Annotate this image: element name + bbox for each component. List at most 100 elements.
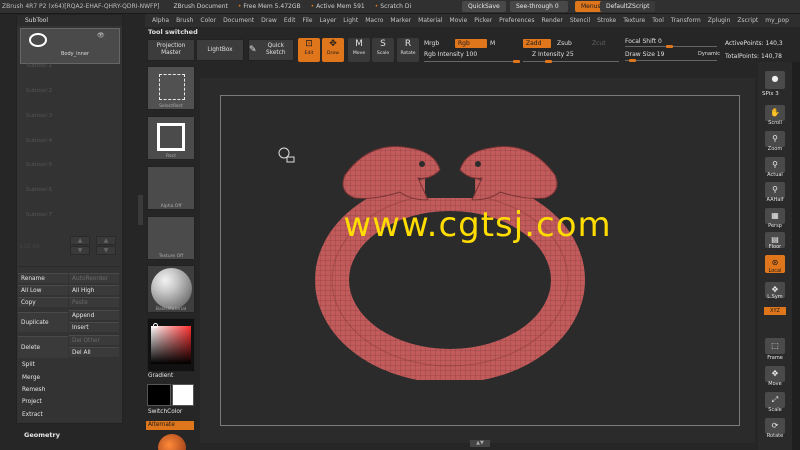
default-zscript-button[interactable]: DefaultZScript [600, 1, 656, 12]
menu-material[interactable]: Material [418, 17, 442, 24]
copy-button[interactable]: Copy [18, 297, 68, 307]
color-cursor[interactable] [153, 323, 158, 328]
rotate-view-button[interactable]: ⟳ [765, 418, 785, 434]
menu-color[interactable]: Color [200, 17, 216, 24]
draw-size-track[interactable] [625, 60, 717, 61]
focal-shift-handle[interactable] [666, 45, 673, 48]
rgb-toggle[interactable]: Rgb [455, 39, 487, 48]
menu-document[interactable]: Document [223, 17, 254, 24]
menu-alpha[interactable]: Alpha [152, 17, 169, 24]
quick-sketch-button[interactable]: ✎ Quick Sketch [248, 39, 294, 61]
see-through-slider[interactable]: See-through 0 [510, 1, 568, 12]
zcut-toggle[interactable]: Zcut [592, 40, 606, 47]
m-toggle[interactable]: M [490, 40, 495, 47]
arrow-up-icon[interactable]: ▲ [70, 236, 90, 245]
all-high-button[interactable]: All High [69, 285, 119, 295]
merge-menu[interactable]: Merge [22, 375, 40, 381]
menu-preferences[interactable]: Preferences [499, 17, 534, 24]
menu-texture[interactable]: Texture [623, 17, 645, 24]
all-low-button[interactable]: All Low [18, 285, 68, 295]
subtool-slot[interactable]: Subtool 1 [26, 63, 52, 69]
saturation-value-square[interactable] [151, 326, 191, 364]
dragon-ring-model[interactable] [300, 130, 600, 380]
scale-view-button[interactable]: ⤢ [765, 392, 785, 408]
focal-shift-label[interactable]: Focal Shift 0 [625, 38, 662, 45]
paste-button[interactable]: Paste [69, 297, 119, 307]
spix-button[interactable]: ● [765, 71, 785, 89]
material-tile[interactable] [147, 265, 195, 313]
del-all-button[interactable]: Del All [69, 347, 119, 357]
subtool-slot[interactable]: Subtool 5 [26, 162, 52, 168]
frame-button[interactable]: ⬚ [765, 338, 785, 354]
projection-master-button[interactable]: Projection Master [147, 39, 195, 61]
zoom-button[interactable]: ⚲ [765, 131, 785, 147]
project-menu[interactable]: Project [22, 399, 42, 405]
rgb-intensity-track[interactable] [424, 61, 520, 62]
active-subtool[interactable]: 👁 Body_inner [20, 28, 120, 64]
scale-button[interactable]: S Scale [372, 38, 394, 62]
menu-layer[interactable]: Layer [320, 17, 337, 24]
subtool-slot[interactable]: Subtool 6 [26, 187, 52, 193]
draw-size-handle[interactable] [629, 59, 636, 62]
menu-zplugin[interactable]: Zplugin [708, 17, 731, 24]
rotate-button[interactable]: R Rotate [397, 38, 419, 62]
menu-file[interactable]: File [302, 17, 312, 24]
main-color-swatch[interactable] [147, 384, 171, 406]
panel-splitter[interactable] [138, 195, 143, 225]
subtool-slot[interactable]: Subtool 3 [26, 113, 52, 119]
menu-draw[interactable]: Draw [261, 17, 277, 24]
menu-stencil[interactable]: Stencil [570, 17, 590, 24]
extract-menu[interactable]: Extract [22, 412, 43, 418]
visibility-eye-icon[interactable]: 👁 [97, 32, 105, 39]
rename-button[interactable]: Rename [18, 273, 68, 283]
menu-picker[interactable]: Picker [474, 17, 492, 24]
aahalf-button[interactable]: ⚲ [765, 182, 785, 198]
draw-size-label[interactable]: Draw Size 19 [625, 51, 664, 58]
arrow-down-icon[interactable]: ▼ [70, 246, 90, 255]
menu-transform[interactable]: Transform [671, 17, 701, 24]
menu-stroke[interactable]: Stroke [597, 17, 616, 24]
split-menu[interactable]: Split [22, 362, 35, 368]
persp-button[interactable]: ▦ [765, 208, 785, 224]
z-intensity-track[interactable] [523, 61, 619, 62]
secondary-color-swatch[interactable] [172, 384, 194, 406]
actual-button[interactable]: ⚲ [765, 157, 785, 173]
menu-zscript[interactable]: Zscript [737, 17, 758, 24]
rgb-intensity-handle[interactable] [513, 60, 520, 63]
arrow-down-icon[interactable]: ▼ [96, 246, 116, 255]
xyz-toggle[interactable]: XYZ [764, 307, 786, 315]
subtool-slot[interactable]: Subtool 4 [26, 138, 52, 144]
menu-edit[interactable]: Edit [284, 17, 296, 24]
delete-button[interactable]: Delete [18, 336, 68, 358]
alternate-button[interactable]: Alternate [146, 421, 194, 430]
mrgb-toggle[interactable]: Mrgb [424, 40, 439, 47]
menu-tool[interactable]: Tool [652, 17, 664, 24]
subtool-header[interactable]: SubTool [17, 15, 122, 26]
geometry-palette-header[interactable]: Geometry [24, 431, 60, 439]
subtool-slot[interactable]: Subtool 2 [26, 88, 52, 94]
insert-button[interactable]: Insert [69, 322, 119, 332]
rgb-intensity-label[interactable]: Rgb Intensity 100 [424, 51, 477, 58]
menu-my-pop[interactable]: my_pop [765, 17, 789, 24]
remesh-menu[interactable]: Remesh [22, 387, 45, 393]
menu-light[interactable]: Light [343, 17, 358, 24]
switch-color-button[interactable]: SwitchColor [148, 409, 182, 415]
z-intensity-label[interactable]: Z Intensity 25 [532, 51, 574, 58]
del-other-button[interactable]: Del Other [69, 335, 119, 345]
arrow-up-icon[interactable]: ▲ [96, 236, 116, 245]
list-all-button[interactable]: List All [20, 243, 40, 250]
zsub-toggle[interactable]: Zsub [557, 40, 572, 47]
edit-button[interactable]: ⊡ Edit [298, 38, 320, 62]
z-intensity-handle[interactable] [545, 60, 553, 63]
draw-button[interactable]: ✥ Draw [322, 38, 344, 62]
dynamic-toggle[interactable]: Dynamic [698, 51, 720, 57]
append-button[interactable]: Append [69, 310, 119, 320]
autoreorder-button[interactable]: AutoReorder [69, 273, 119, 283]
duplicate-button[interactable]: Duplicate [18, 312, 68, 332]
menu-movie[interactable]: Movie [450, 17, 468, 24]
quicksave-button[interactable]: QuickSave [462, 1, 506, 12]
gradient-toggle[interactable]: Gradient [148, 373, 173, 379]
subtool-slot[interactable]: Subtool 7 [26, 212, 52, 218]
menu-marker[interactable]: Marker [390, 17, 411, 24]
lightbox-button[interactable]: LightBox [196, 39, 244, 61]
